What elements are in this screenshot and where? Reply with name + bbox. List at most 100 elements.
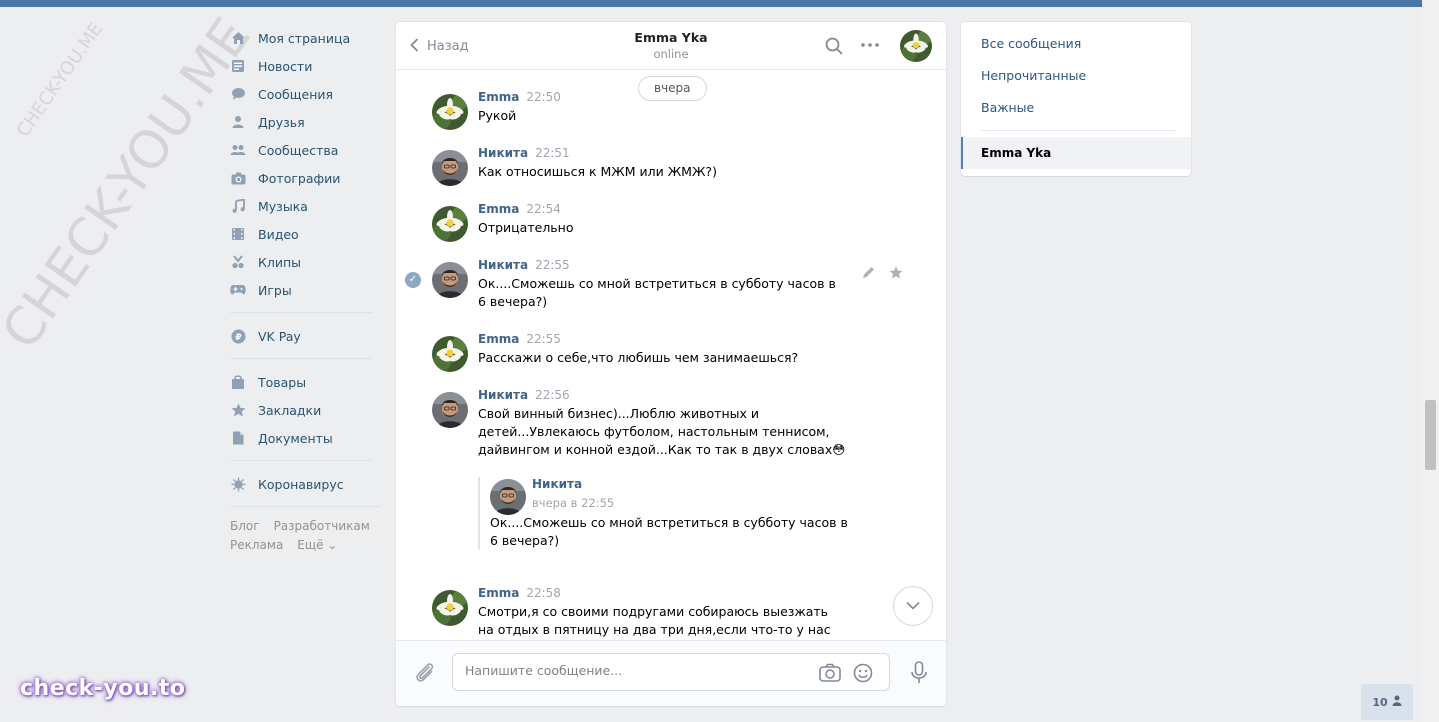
left-navigation: Моя страница Новости Сообщения Друзья Со… <box>230 24 380 555</box>
message-item[interactable]: Никита 22:51 Как относишься к МЖМ или ЖМЖ… <box>432 146 892 186</box>
nav-item-video[interactable]: Видео <box>230 220 380 248</box>
nav-label: Коронавирус <box>258 476 344 492</box>
nav-item-coronavirus[interactable]: Коронавирус <box>230 470 380 498</box>
filter-important[interactable]: Важные <box>961 92 1191 124</box>
message-author[interactable]: Никита <box>478 146 528 160</box>
avatar-nikita[interactable] <box>432 150 468 186</box>
nav-item-friends[interactable]: Друзья <box>230 108 380 136</box>
message-author[interactable]: Никита <box>478 258 528 272</box>
emoji-icon[interactable] <box>853 663 873 687</box>
footer-links: Блог Разработчикам Реклама Ещё ⌄ <box>230 517 380 555</box>
avatar-nikita[interactable] <box>432 392 468 428</box>
message-list[interactable]: Emma 22:50 Рукой Никита 22:51 Как относишь… <box>396 88 946 640</box>
avatar-emma[interactable] <box>432 336 468 372</box>
nav-label: Товары <box>258 374 307 390</box>
footer-link-ads[interactable]: Реклама <box>230 538 283 552</box>
message-author[interactable]: Emma <box>478 202 519 216</box>
nav-label: Новости <box>258 58 313 74</box>
chat-window: Назад Emma Yka online вчера Emma 22:50 Ру… <box>396 22 946 706</box>
message-author[interactable]: Emma <box>478 90 519 104</box>
footer-link-blog[interactable]: Блог <box>230 519 260 533</box>
avatar-emma[interactable] <box>432 590 468 626</box>
message-time[interactable]: 22:51 <box>535 146 570 160</box>
message-item[interactable]: Emma 22:50 Рукой <box>432 90 892 130</box>
avatar-emma[interactable] <box>432 94 468 130</box>
nav-divider <box>230 460 372 461</box>
message-time[interactable]: 22:55 <box>526 332 561 346</box>
more-icon[interactable] <box>860 35 880 60</box>
nav-label: Клипы <box>258 254 302 270</box>
nav-label: Музыка <box>258 198 308 214</box>
message-item-selected[interactable]: Никита 22:55 Ок....Сможешь со мной встрет… <box>432 258 892 311</box>
messages-icon <box>230 86 246 102</box>
message-author[interactable]: Никита <box>478 388 528 402</box>
message-input[interactable] <box>465 663 795 678</box>
checkmark-icon[interactable]: ✓ <box>405 272 421 288</box>
message-item[interactable]: Emma 22:55 Расскажи о себе,что любишь чем… <box>432 332 892 372</box>
nav-item-messages[interactable]: Сообщения <box>230 80 380 108</box>
camera-icon[interactable] <box>819 663 841 686</box>
svg-text:₽: ₽ <box>235 333 241 343</box>
filter-unread[interactable]: Непрочитанные <box>961 60 1191 92</box>
nav-label: VK Pay <box>258 328 301 344</box>
communities-icon <box>230 142 246 158</box>
avatar-emma[interactable] <box>432 206 468 242</box>
forwarded-author[interactable]: Никита <box>532 477 582 491</box>
footer-link-more[interactable]: Ещё ⌄ <box>297 538 337 552</box>
avatar-nikita[interactable] <box>490 479 526 515</box>
message-text: Рукой <box>478 108 517 123</box>
message-time[interactable]: 22:56 <box>535 388 570 402</box>
nav-item-games[interactable]: Игры <box>230 276 380 304</box>
user-icon <box>1392 695 1402 709</box>
filter-all-messages[interactable]: Все сообщения <box>961 28 1191 60</box>
message-item[interactable]: Никита 22:56 Свой винный бизнес)...Люблю … <box>432 388 892 550</box>
microphone-icon[interactable] <box>910 661 928 689</box>
active-chat-item[interactable]: Emma Yka <box>961 137 1191 169</box>
star-icon[interactable] <box>889 266 903 283</box>
message-author[interactable]: Emma <box>478 332 519 346</box>
search-icon[interactable] <box>824 36 844 56</box>
nav-label: Документы <box>258 430 333 446</box>
nav-item-communities[interactable]: Сообщества <box>230 136 380 164</box>
message-text: Свой винный бизнес)...Люблю животных и д… <box>478 406 846 457</box>
message-text: Ок....Сможешь со мной встретиться в субб… <box>478 276 836 309</box>
message-time[interactable]: 22:55 <box>535 258 570 272</box>
page-scrollbar[interactable] <box>1422 0 1439 722</box>
nav-item-music[interactable]: Музыка <box>230 192 380 220</box>
edit-icon[interactable] <box>862 266 875 283</box>
avatar-nikita[interactable] <box>432 262 468 298</box>
footer-link-developers[interactable]: Разработчикам <box>274 519 370 533</box>
document-icon <box>230 430 246 446</box>
counter-value: 10 <box>1372 695 1388 709</box>
nav-item-news[interactable]: Новости <box>230 52 380 80</box>
nav-item-market[interactable]: Товары <box>230 368 380 396</box>
games-icon <box>230 282 246 298</box>
message-author[interactable]: Emma <box>478 586 519 600</box>
camera-icon <box>230 170 246 186</box>
nav-divider <box>230 358 372 359</box>
message-item[interactable]: Emma 22:54 Отрицательно <box>432 202 892 242</box>
nav-item-my-page[interactable]: Моя страница <box>230 24 380 52</box>
message-time[interactable]: 22:58 <box>526 586 561 600</box>
bag-icon <box>230 374 246 390</box>
panel-divider <box>981 130 1177 131</box>
scroll-down-button[interactable] <box>893 586 933 626</box>
nav-item-vk-pay[interactable]: ₽ VK Pay <box>230 322 380 350</box>
message-item[interactable]: Emma 22:58 Смотри,я со своими подругами с… <box>432 586 892 640</box>
forwarded-time: вчера в 22:55 <box>532 496 615 510</box>
nav-item-clips[interactable]: Клипы <box>230 248 380 276</box>
clips-icon <box>230 254 246 270</box>
nav-item-photos[interactable]: Фотографии <box>230 164 380 192</box>
forwarded-message[interactable]: Никита вчера в 22:55 Ок....Сможешь со мн… <box>478 477 892 550</box>
message-input-wrapper <box>452 653 890 691</box>
chevron-down-icon <box>906 599 920 614</box>
nav-label: Друзья <box>258 114 305 130</box>
message-time[interactable]: 22:54 <box>526 202 561 216</box>
nav-item-bookmarks[interactable]: Закладки <box>230 396 380 424</box>
attach-icon[interactable] <box>414 661 436 689</box>
peer-avatar[interactable] <box>900 30 932 62</box>
online-counter[interactable]: 10 <box>1361 684 1413 720</box>
scrollbar-thumb[interactable] <box>1425 400 1436 470</box>
nav-item-documents[interactable]: Документы <box>230 424 380 452</box>
message-time[interactable]: 22:50 <box>526 90 561 104</box>
